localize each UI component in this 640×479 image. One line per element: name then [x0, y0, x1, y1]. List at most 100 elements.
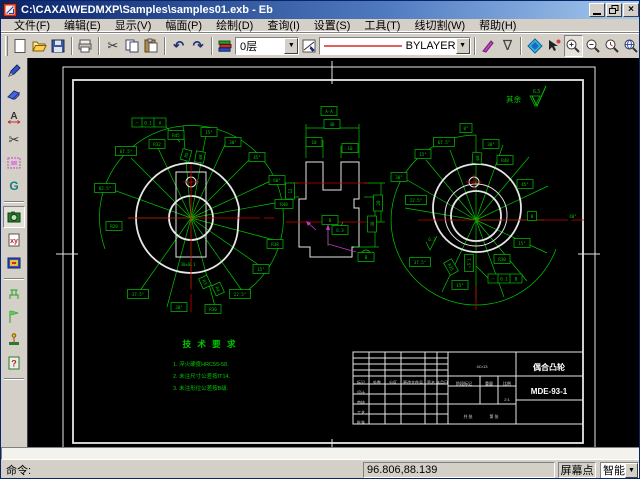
dim-label: 6.3 — [428, 237, 436, 242]
palette-button[interactable] — [3, 252, 25, 274]
open-button[interactable] — [29, 35, 48, 57]
trim-button[interactable]: ✂ — [3, 129, 25, 151]
simulate-button[interactable] — [3, 329, 25, 351]
zoom-previous-button[interactable] — [602, 35, 621, 57]
save-button[interactable] — [48, 35, 67, 57]
brush-button[interactable] — [479, 35, 498, 57]
print-button[interactable] — [76, 35, 95, 57]
menu-help[interactable]: 帮助(H) — [472, 17, 523, 33]
new-button[interactable] — [10, 35, 29, 57]
svg-text:设计: 设计 — [357, 389, 365, 395]
point-mode-indicator[interactable]: 屏幕点 — [558, 462, 596, 478]
zoom-previous-icon — [604, 38, 620, 54]
tech-req-item: 2. 未注尺寸公差按IT14. — [173, 372, 231, 380]
zoom-in-button[interactable] — [564, 35, 583, 57]
section-text: 6.3 — [332, 226, 348, 235]
svg-text:67.5°: 67.5° — [120, 149, 133, 154]
wire-path-button[interactable] — [3, 283, 25, 305]
window-select-button[interactable] — [3, 152, 25, 174]
command-input[interactable] — [1, 447, 640, 460]
svg-text:30°: 30° — [229, 140, 237, 145]
dim-label: R32 — [149, 140, 165, 149]
layer-combo[interactable]: 0层 ▼ — [235, 37, 299, 55]
nabla-button[interactable]: ∇ — [498, 35, 517, 57]
clamp-icon: G — [9, 179, 18, 193]
restore-button[interactable] — [606, 3, 622, 17]
copy-icon — [124, 38, 140, 54]
dimension-button[interactable]: A — [3, 106, 25, 128]
svg-text:0.1: 0.1 — [500, 277, 508, 282]
menu-settings[interactable]: 设置(S) — [307, 17, 358, 33]
snap-mode-combo[interactable]: 智能 ▼ — [600, 462, 639, 479]
help-button[interactable]: ? — [3, 352, 25, 374]
paste-icon — [143, 38, 159, 54]
menu-view[interactable]: 显示(V) — [108, 17, 159, 33]
dim-label: 15° — [201, 128, 217, 137]
eraser-icon — [6, 86, 22, 102]
undo-button[interactable]: ↶ — [169, 35, 188, 57]
zoom-all-button[interactable] — [622, 35, 640, 57]
svg-text:15°: 15° — [257, 267, 265, 272]
svg-text:0.1: 0.1 — [144, 121, 152, 126]
scissors-icon: ✂ — [9, 132, 20, 148]
paste-button[interactable] — [142, 35, 161, 57]
toolbar-grip[interactable] — [5, 36, 8, 56]
redo-button[interactable]: ↷ — [188, 35, 207, 57]
title-block-text: 处数 — [373, 379, 381, 385]
drawing-canvas[interactable]: 其余 6.3 — [28, 58, 640, 447]
flag-icon — [6, 309, 22, 325]
window-title: C:\CAXA\WEDMXP\Samples\samples01.exb - E… — [21, 4, 273, 16]
cut-button[interactable]: ✂ — [103, 35, 122, 57]
svg-text:处数: 处数 — [373, 379, 381, 385]
menu-tools[interactable]: 工具(T) — [357, 17, 407, 33]
pan-diamond-icon — [527, 38, 543, 54]
svg-text:R32: R32 — [153, 142, 161, 147]
copy-button[interactable] — [122, 35, 141, 57]
dim-label: 30±0.1 — [180, 262, 196, 267]
start-point-button[interactable] — [3, 306, 25, 328]
title-block-text: 工艺 — [357, 410, 365, 415]
svg-text:第 张: 第 张 — [489, 413, 498, 419]
coordinates-file-button[interactable]: xy — [3, 229, 25, 251]
xy-letters: xy — [10, 238, 18, 245]
undo-icon: ↶ — [173, 38, 184, 54]
layers-button[interactable] — [216, 35, 235, 57]
section-text: 30 — [368, 216, 377, 232]
svg-text:30±0.1: 30±0.1 — [180, 262, 196, 267]
svg-text:82.5°: 82.5° — [99, 186, 112, 191]
svg-text:37.5°: 37.5° — [132, 292, 145, 297]
layer-combo-arrow[interactable]: ▼ — [284, 38, 298, 54]
svg-text:60°: 60° — [273, 178, 281, 183]
menu-sheet[interactable]: 幅面(P) — [158, 17, 209, 33]
zoom-out-button[interactable] — [583, 35, 602, 57]
svg-text:6.3: 6.3 — [428, 237, 436, 242]
menu-edit[interactable]: 编辑(E) — [57, 17, 108, 33]
erase-button[interactable] — [3, 83, 25, 105]
pan-button[interactable] — [525, 35, 544, 57]
svg-text:更改文件号: 更改文件号 — [403, 379, 423, 385]
sketch-pen-button[interactable] — [3, 60, 25, 82]
cursor-icon — [546, 38, 562, 54]
menu-wirecut[interactable]: 线切割(W) — [407, 17, 472, 33]
select-cursor-button[interactable] — [544, 35, 563, 57]
linestyle-button[interactable] — [299, 35, 318, 57]
svg-text:R45: R45 — [172, 133, 180, 138]
snapshot-button[interactable] — [3, 206, 25, 228]
title-block-text: 更改文件号 — [403, 379, 423, 385]
close-button[interactable]: × — [623, 3, 639, 17]
linetype-combo-arrow[interactable]: ▼ — [456, 38, 470, 54]
linetype-combo[interactable]: BYLAYER ▼ — [319, 37, 471, 55]
minimize-button[interactable] — [589, 3, 605, 17]
title-block-text: 第 张 — [489, 413, 498, 419]
menu-query[interactable]: 查询(I) — [260, 17, 306, 33]
plug-icon — [6, 286, 22, 302]
snap-combo-arrow[interactable]: ▼ — [625, 463, 638, 478]
svg-text:10: 10 — [311, 140, 317, 145]
clamp-button[interactable]: G — [3, 175, 25, 197]
svg-text:0°: 0° — [463, 126, 468, 131]
menu-file[interactable]: 文件(F) — [7, 17, 57, 33]
section-text: 10 — [342, 144, 358, 153]
menu-draw[interactable]: 绘制(D) — [209, 17, 260, 33]
svg-text:2:1: 2:1 — [504, 397, 510, 402]
svg-text:标记: 标记 — [357, 379, 365, 385]
